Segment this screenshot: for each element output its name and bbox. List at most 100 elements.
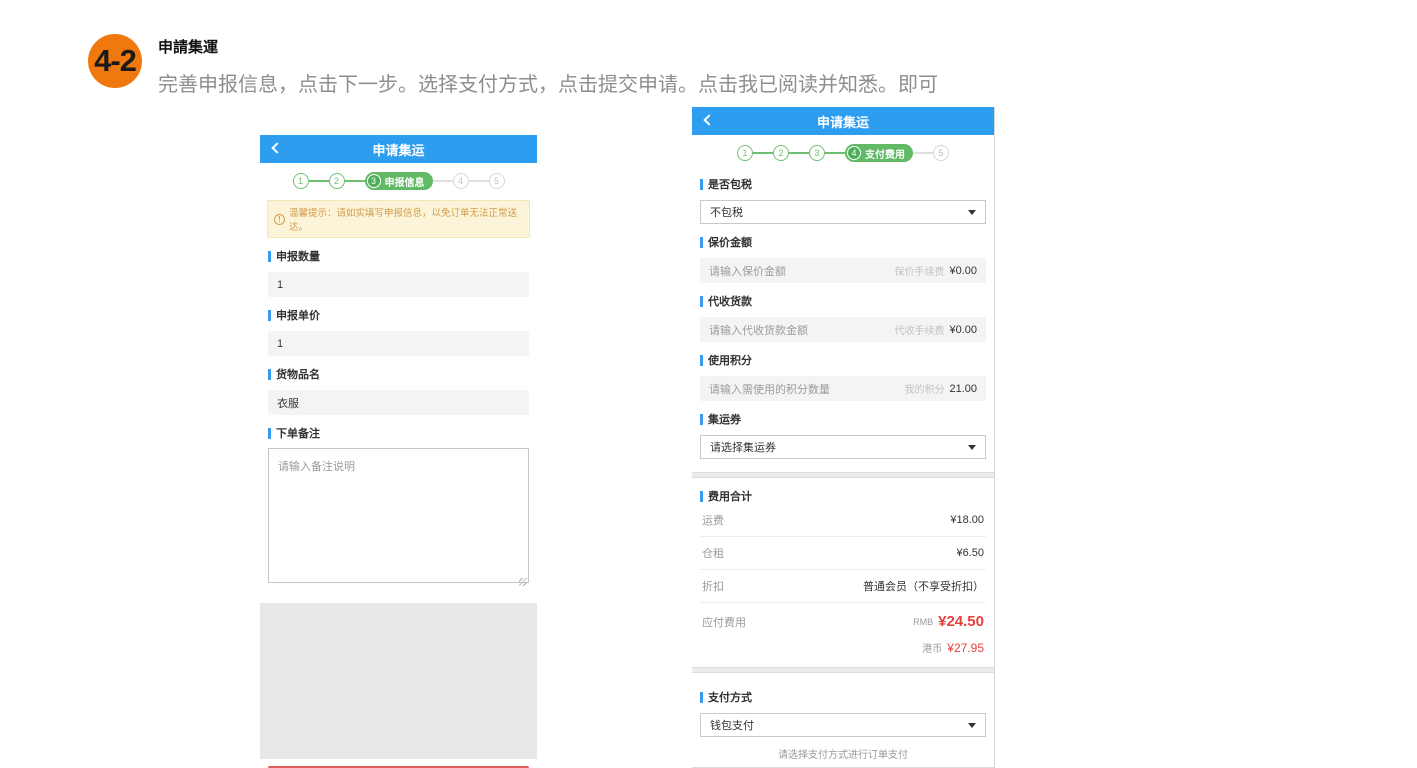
payment-method-select[interactable]: 钱包支付 xyxy=(700,713,986,737)
field-label-tax: 是否包税 xyxy=(700,176,986,192)
quantity-input[interactable]: 1 xyxy=(268,272,529,297)
points-balance-value: 21.00 xyxy=(949,383,977,395)
step-3-active: 3 申报信息 xyxy=(365,172,433,190)
insurance-fee-label: 保价手续费 xyxy=(894,263,944,278)
back-icon[interactable] xyxy=(271,142,282,153)
step-2: 2 xyxy=(773,145,789,161)
fee-label: 仓租 xyxy=(702,545,724,561)
step-4: 4 xyxy=(453,173,469,189)
remark-textarea-wrap xyxy=(268,448,529,588)
fee-summary-title: 费用合计 xyxy=(700,488,986,504)
step-1: 1 xyxy=(293,173,309,189)
hkd-row: 港币 ¥27.95 xyxy=(700,634,986,667)
points-balance-label: 我的积分 xyxy=(904,381,944,396)
step-connector xyxy=(345,180,365,182)
payment-hint: 请选择支付方式进行订单支付 xyxy=(700,746,986,761)
field-label-remark: 下单备注 xyxy=(268,425,529,441)
step-connector xyxy=(825,152,845,154)
stepper-left: 1 2 3 申报信息 4 5 xyxy=(260,163,537,200)
fee-row-shipping: 运费 ¥18.00 xyxy=(700,504,986,537)
step-connector xyxy=(309,180,329,182)
fee-value: ¥18.00 xyxy=(950,514,984,526)
cod-fee-value: ¥0.00 xyxy=(949,324,977,336)
payable-label: 应付费用 xyxy=(702,614,746,630)
declare-info-screen: 申请集运 1 2 3 申报信息 4 5 ! 温馨提示：请如实填写申报信息，以免订… xyxy=(260,135,537,738)
appbar-left: 申请集运 xyxy=(260,135,537,163)
remark-textarea[interactable] xyxy=(268,448,529,583)
field-label-quantity: 申报数量 xyxy=(268,248,529,264)
step-3: 3 xyxy=(809,145,825,161)
insurance-placeholder: 请输入保价金额 xyxy=(709,263,894,279)
step-4-active: 4 支付费用 xyxy=(845,144,913,162)
payment-method-value: 钱包支付 xyxy=(710,717,968,733)
fee-value: ¥6.50 xyxy=(956,547,984,559)
field-label-points: 使用积分 xyxy=(700,352,986,368)
stepper-right: 1 2 3 4 支付费用 5 xyxy=(692,135,994,172)
payment-method-section: 支付方式 钱包支付 请选择支付方式进行订单支付 提交申请 xyxy=(692,689,994,768)
step-5: 5 xyxy=(933,145,949,161)
field-label-cod: 代收货款 xyxy=(700,293,986,309)
payment-form: 是否包税 不包税 保价金额 请输入保价金额 保价手续费 ¥0.00 代收货款 请… xyxy=(692,176,994,459)
info-circle-icon: ! xyxy=(274,214,285,225)
step-number: 4 xyxy=(847,146,861,160)
unit-price-input[interactable]: 1 xyxy=(268,331,529,356)
step-2: 2 xyxy=(329,173,345,189)
step-1: 1 xyxy=(737,145,753,161)
insurance-input[interactable]: 请输入保价金额 保价手续费 ¥0.00 xyxy=(700,258,986,283)
field-label-goods-name: 货物品名 xyxy=(268,366,529,382)
points-placeholder: 请输入需使用的积分数量 xyxy=(709,381,904,397)
goods-name-input[interactable]: 衣服 xyxy=(268,390,529,415)
coupon-select[interactable]: 请选择集运券 xyxy=(700,435,986,459)
tax-select[interactable]: 不包税 xyxy=(700,200,986,224)
hkd-amount: ¥27.95 xyxy=(947,641,984,655)
points-input[interactable]: 请输入需使用的积分数量 我的积分 21.00 xyxy=(700,376,986,401)
tax-select-value: 不包税 xyxy=(710,204,968,220)
payable-row: 应付费用 RMB ¥24.50 xyxy=(700,603,986,634)
notice-banner: ! 温馨提示：请如实填写申报信息，以免订单无法正常送达。 xyxy=(267,200,530,238)
step-connector xyxy=(469,180,489,182)
step-label: 支付费用 xyxy=(865,146,905,161)
step-connector xyxy=(913,152,933,154)
insurance-fee-value: ¥0.00 xyxy=(949,265,977,277)
cod-input[interactable]: 请输入代收货款金额 代收手续费 ¥0.00 xyxy=(700,317,986,342)
field-label-unit-price: 申报单价 xyxy=(268,307,529,323)
step-label: 申报信息 xyxy=(385,174,425,189)
coupon-select-value: 请选择集运券 xyxy=(710,439,968,455)
section-divider xyxy=(692,472,994,478)
cod-fee-label: 代收手续费 xyxy=(894,322,944,337)
field-label-coupon: 集运券 xyxy=(700,411,986,427)
fee-row-storage: 仓租 ¥6.50 xyxy=(700,537,986,570)
step-connector xyxy=(753,152,773,154)
field-label-payment-method: 支付方式 xyxy=(700,689,986,705)
page-subtitle: 完善申报信息，点击下一步。选择支付方式，点击提交申请。点击我已阅读并知悉。即可 xyxy=(158,68,938,97)
fee-label: 折扣 xyxy=(702,578,724,594)
field-label-insurance: 保价金额 xyxy=(700,234,986,250)
appbar-right: 申请集运 xyxy=(692,107,994,135)
page-title: 申請集運 xyxy=(158,36,218,57)
step-5: 5 xyxy=(489,173,505,189)
appbar-title: 申请集运 xyxy=(817,112,869,131)
quantity-value: 1 xyxy=(277,279,283,291)
fee-label: 运费 xyxy=(702,512,724,528)
cod-placeholder: 请输入代收货款金额 xyxy=(709,322,894,338)
unit-price-value: 1 xyxy=(277,338,283,350)
step-number: 3 xyxy=(367,174,381,188)
declare-form: 申报数量 1 申报单价 1 货物品名 衣服 下单备注 xyxy=(260,248,537,588)
back-icon[interactable] xyxy=(703,114,714,125)
fee-value: 普通会员（不享受折扣） xyxy=(863,578,984,594)
goods-name-value: 衣服 xyxy=(277,395,299,411)
step-number-badge: 4-2 xyxy=(88,34,142,88)
image-placeholder xyxy=(260,603,537,759)
payment-screen: 申请集运 1 2 3 4 支付费用 5 是否包税 不包税 保价金额 请输入保价金… xyxy=(692,107,995,768)
appbar-title: 申请集运 xyxy=(372,140,424,159)
hkd-currency: 港币 xyxy=(922,640,942,655)
fee-summary-section: 费用合计 运费 ¥18.00 仓租 ¥6.50 折扣 普通会员（不享受折扣） 应… xyxy=(692,488,994,667)
step-connector xyxy=(789,152,809,154)
payable-amount: ¥24.50 xyxy=(938,613,984,630)
fee-row-discount: 折扣 普通会员（不享受折扣） xyxy=(700,570,986,603)
step-connector xyxy=(433,180,453,182)
notice-text: 温馨提示：请如实填写申报信息，以免订单无法正常送达。 xyxy=(289,205,523,233)
caret-down-icon xyxy=(968,445,976,450)
payable-currency: RMB xyxy=(913,617,933,627)
section-divider xyxy=(692,667,994,673)
